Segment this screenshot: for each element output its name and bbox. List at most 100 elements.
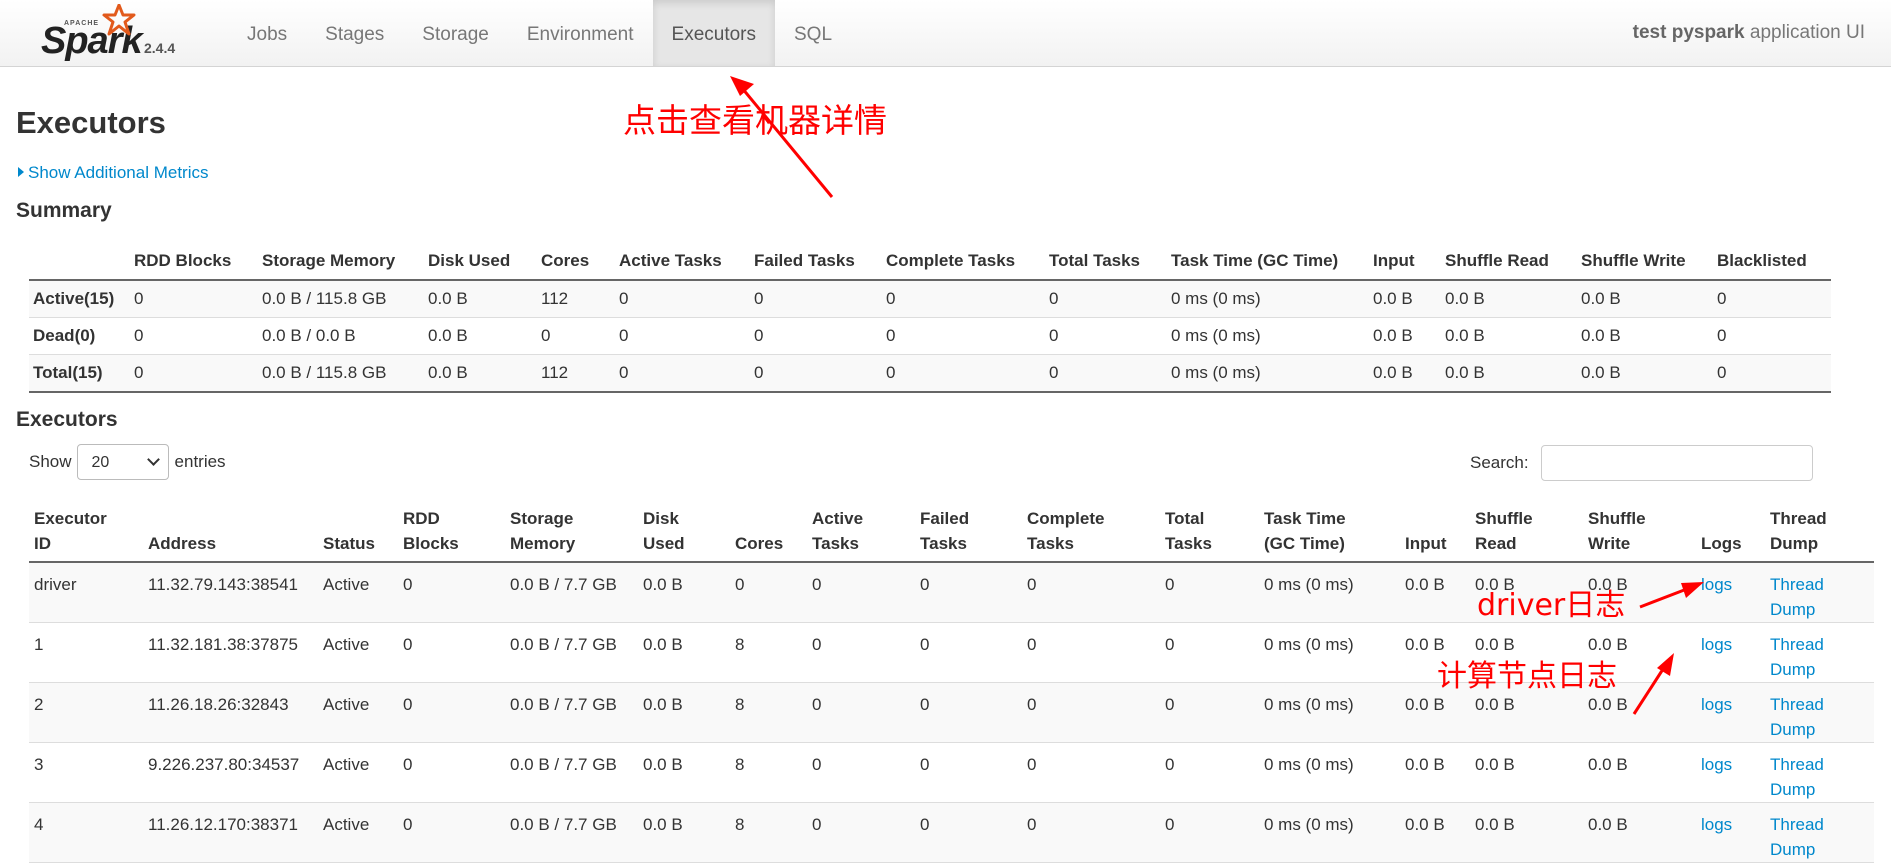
col-header-task-time[interactable]: Task Time (GC Time): [1259, 502, 1400, 563]
summary-cell: 0.0 B: [1368, 317, 1440, 355]
cell-shuffle-write: 0.0 B: [1583, 742, 1696, 803]
col-header-thread-dump[interactable]: Thread Dump: [1765, 502, 1874, 563]
cell-storage-memory: 0.0 B / 7.7 GB: [505, 802, 638, 863]
summary-cell: 0: [129, 280, 257, 318]
logs-link[interactable]: logs: [1701, 695, 1732, 714]
summary-cell: 0 ms (0 ms): [1166, 317, 1368, 355]
logs-link[interactable]: logs: [1701, 635, 1732, 654]
summary-header[interactable]: Failed Tasks: [749, 243, 881, 281]
search-label: Search:: [1470, 453, 1529, 472]
summary-cell: 0: [881, 280, 1044, 318]
cell-task-time: 0 ms (0 ms): [1259, 802, 1400, 863]
cell-status: Active: [318, 682, 398, 743]
tab-jobs[interactable]: Jobs: [228, 0, 306, 66]
cell-input: 0.0 B: [1400, 562, 1470, 623]
tab-storage[interactable]: Storage: [403, 0, 508, 66]
spark-logo[interactable]: APACHE Spark 2.4.4: [38, 4, 188, 62]
thread-dump-link[interactable]: Thread Dump: [1770, 815, 1824, 859]
cell-storage-memory: 0.0 B / 7.7 GB: [505, 562, 638, 623]
cell-input: 0.0 B: [1400, 802, 1470, 863]
spark-star-icon: [102, 4, 136, 36]
cell-total-tasks: 0: [1160, 802, 1259, 863]
summary-cell: 112: [536, 280, 614, 318]
col-header-shuffle-write[interactable]: Shuffle Write: [1583, 502, 1696, 563]
tab-sql[interactable]: SQL: [775, 0, 851, 66]
cell-active-tasks: 0: [807, 802, 915, 863]
col-header-active-tasks[interactable]: Active Tasks: [807, 502, 915, 563]
cell-complete-tasks: 0: [1022, 562, 1160, 623]
cell-task-time: 0 ms (0 ms): [1259, 622, 1400, 683]
summary-cell: 0.0 B: [423, 280, 536, 318]
col-header-status[interactable]: Status: [318, 502, 398, 563]
col-header-total-tasks[interactable]: Total Tasks: [1160, 502, 1259, 563]
thread-dump-link[interactable]: Thread Dump: [1770, 635, 1824, 679]
summary-cell: 0: [749, 280, 881, 318]
cell-executor-id: 3: [29, 742, 143, 803]
logs-link[interactable]: logs: [1701, 815, 1732, 834]
search-input[interactable]: [1541, 445, 1813, 481]
logs-link[interactable]: logs: [1701, 575, 1732, 594]
summary-cell: 0: [881, 354, 1044, 393]
chevron-down-icon: [146, 453, 160, 466]
summary-cell: 0: [614, 280, 749, 318]
summary-header[interactable]: Total Tasks: [1044, 243, 1166, 281]
thread-dump-link[interactable]: Thread Dump: [1770, 755, 1824, 799]
cell-active-tasks: 0: [807, 682, 915, 743]
summary-header[interactable]: Blacklisted: [1712, 243, 1831, 281]
summary-title: Summary: [16, 199, 112, 222]
tab-stages[interactable]: Stages: [306, 0, 403, 66]
col-header-address[interactable]: Address: [143, 502, 318, 563]
summary-header[interactable]: RDD Blocks: [129, 243, 257, 281]
cell-rdd-blocks: 0: [398, 802, 505, 863]
summary-cell: 0 ms (0 ms): [1166, 354, 1368, 393]
entries-label: entries: [174, 452, 226, 471]
show-label: Show: [29, 452, 72, 471]
entries-select[interactable]: 20: [76, 444, 169, 480]
entries-value: 20: [91, 454, 110, 471]
summary-header[interactable]: Task Time (GC Time): [1166, 243, 1368, 281]
show-additional-metrics-link[interactable]: Show Additional Metrics: [18, 163, 208, 183]
summary-row-dead: Dead(0) 0 0.0 B / 0.0 B 0.0 B 0 0 0 0 0 …: [29, 317, 1831, 355]
summary-header[interactable]: Storage Memory: [257, 243, 423, 281]
cell-complete-tasks: 0: [1022, 802, 1160, 863]
summary-cell: 0: [1044, 317, 1166, 355]
annotation-driver-logs: driver日志: [1477, 588, 1626, 623]
col-header-rdd-blocks[interactable]: RDD Blocks: [398, 502, 505, 563]
col-header-complete-tasks[interactable]: Complete Tasks: [1022, 502, 1160, 563]
summary-cell: 0.0 B: [1368, 354, 1440, 393]
summary-cell: 0.0 B: [1440, 317, 1576, 355]
cell-disk-used: 0.0 B: [638, 682, 730, 743]
summary-cell: 0: [1712, 280, 1831, 318]
tab-executors[interactable]: Executors: [652, 0, 775, 66]
thread-dump-link[interactable]: Thread Dump: [1770, 695, 1824, 739]
col-header-cores[interactable]: Cores: [730, 502, 807, 563]
summary-header[interactable]: Input: [1368, 243, 1440, 281]
summary-cell: 0.0 B: [1440, 354, 1576, 393]
summary-header[interactable]: Shuffle Read: [1440, 243, 1576, 281]
tab-environment[interactable]: Environment: [508, 0, 653, 66]
caret-right-icon: [18, 167, 24, 177]
annotation-executors-tab: 点击查看机器详情: [623, 101, 887, 140]
cell-executor-id: 2: [29, 682, 143, 743]
summary-header[interactable]: Shuffle Write: [1576, 243, 1712, 281]
col-header-executor-id[interactable]: Executor ID: [29, 502, 143, 563]
logs-link[interactable]: logs: [1701, 755, 1732, 774]
col-header-storage-memory[interactable]: Storage Memory: [505, 502, 638, 563]
summary-cell: 0.0 B / 115.8 GB: [257, 280, 423, 318]
summary-header[interactable]: Cores: [536, 243, 614, 281]
summary-header[interactable]: Complete Tasks: [881, 243, 1044, 281]
cell-failed-tasks: 0: [915, 682, 1022, 743]
col-header-failed-tasks[interactable]: Failed Tasks: [915, 502, 1022, 563]
cell-task-time: 0 ms (0 ms): [1259, 562, 1400, 623]
col-header-shuffle-read[interactable]: Shuffle Read: [1470, 502, 1583, 563]
thread-dump-link[interactable]: Thread Dump: [1770, 575, 1824, 619]
col-header-input[interactable]: Input: [1400, 502, 1470, 563]
page-title: Executors: [16, 105, 166, 140]
col-header-disk-used[interactable]: Disk Used: [638, 502, 730, 563]
summary-header[interactable]: Disk Used: [423, 243, 536, 281]
summary-header[interactable]: Active Tasks: [614, 243, 749, 281]
cell-complete-tasks: 0: [1022, 742, 1160, 803]
cell-shuffle-read: 0.0 B: [1470, 742, 1583, 803]
cell-active-tasks: 0: [807, 622, 915, 683]
col-header-logs[interactable]: Logs: [1696, 502, 1765, 563]
